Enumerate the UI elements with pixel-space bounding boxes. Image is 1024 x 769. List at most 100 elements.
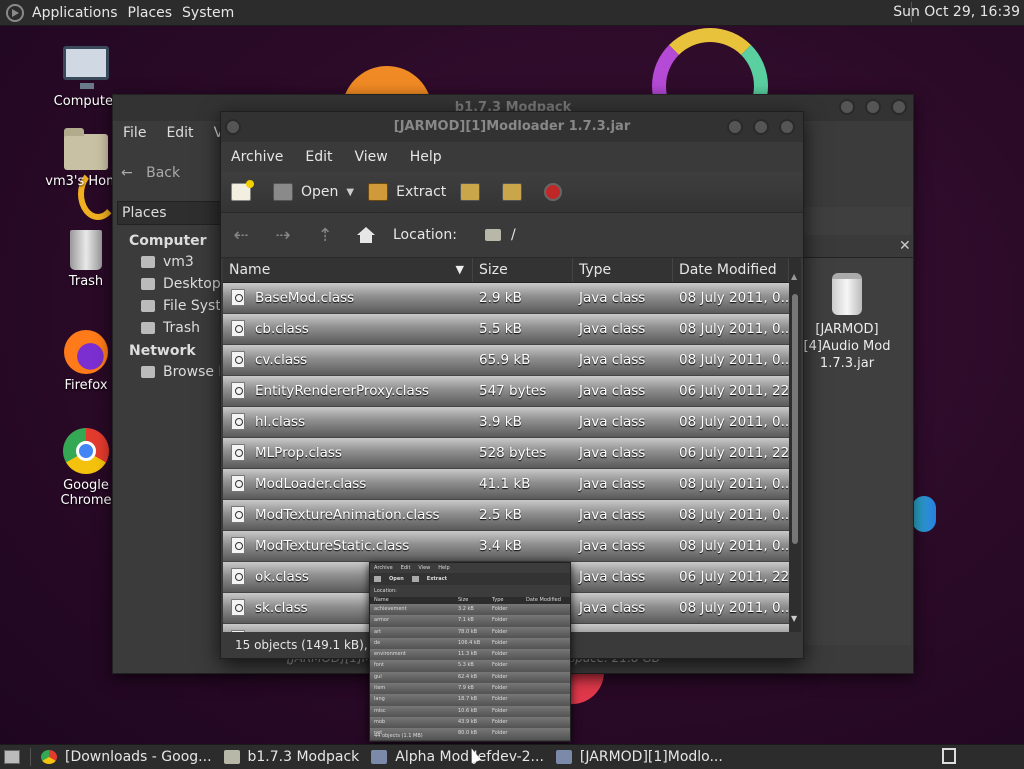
file-row[interactable]: ModTextureAnimation.class 2.5 kB Java clas… — [223, 500, 789, 531]
preview-row: misc 10.6 kB Folder — [370, 705, 570, 717]
workspace-switcher[interactable] — [942, 748, 956, 764]
preview-rows: achievement 3.2 kB Folder armor 7.1 kB Folder… — [370, 604, 570, 740]
vertical-scrollbar[interactable]: ▲ ▼ — [789, 258, 801, 632]
menu-view[interactable]: View — [355, 149, 388, 165]
close-button[interactable] — [891, 99, 907, 115]
menubar: File Edit Vi — [113, 125, 227, 141]
desktop-icon — [141, 278, 155, 290]
file-size: 528 bytes — [479, 445, 547, 461]
location-path[interactable]: / — [511, 227, 516, 243]
menu-places[interactable]: Places — [128, 5, 183, 21]
scroll-up-icon[interactable]: ▲ — [791, 272, 797, 281]
preview-status: 44 objects (1.1 MB) — [374, 733, 423, 739]
menu-logo-icon[interactable] — [6, 3, 24, 22]
preview-col: Size — [458, 597, 469, 603]
extract-button[interactable]: Extract — [368, 183, 446, 201]
file-row[interactable]: EntityRendererProxy.class 547 bytes Java c… — [223, 376, 789, 407]
sidebar-item-trash[interactable]: Trash — [113, 317, 221, 339]
clock[interactable]: Sun Oct 29, 16:39 — [893, 4, 1020, 20]
maximize-button[interactable] — [753, 119, 769, 135]
preview-row-name: misc — [374, 707, 386, 714]
network-icon — [141, 366, 155, 378]
file-row[interactable]: hl.class 3.9 kB Java class 08 July 2011, 0.… — [223, 407, 789, 438]
java-class-file-icon — [231, 506, 245, 523]
column-header-name[interactable]: Name ▼ — [223, 258, 473, 282]
column-header-size[interactable]: Size — [473, 258, 573, 282]
menu-edit[interactable]: Edit — [305, 149, 332, 165]
close-icon[interactable]: ✕ — [899, 238, 911, 254]
preview-row-size: 7.9 kB — [458, 685, 474, 692]
task-label: [Downloads - Goog... — [65, 749, 212, 765]
close-button[interactable] — [779, 119, 795, 135]
sidebar-item-desktop[interactable]: Desktop — [113, 273, 221, 295]
menu-system[interactable]: System — [182, 5, 244, 21]
file-row[interactable]: ModTextureStatic.class 3.4 kB Java class 08… — [223, 531, 789, 562]
stop-icon — [544, 183, 563, 201]
task-modloader-archive[interactable]: [JARMOD][1]Modlo... — [555, 749, 723, 765]
open-dropdown-icon[interactable]: ▼ — [346, 187, 354, 198]
scrollbar-thumb[interactable] — [792, 294, 798, 544]
preview-menu-item: Archive — [374, 565, 393, 571]
file-type: Java class — [579, 352, 646, 368]
sidebar-item-browse-network[interactable]: Browse Network — [113, 361, 277, 383]
menu-help[interactable]: Help — [410, 149, 442, 165]
maximize-button[interactable] — [865, 99, 881, 115]
file-name-text: EntityRendererProxy.class — [255, 383, 429, 399]
file-row[interactable]: cb.class 5.5 kB Java class 08 July 2011, 0.… — [223, 314, 789, 345]
menu-file[interactable]: File — [123, 125, 146, 141]
preview-menu-item: View — [418, 565, 431, 571]
add-files-button[interactable] — [460, 183, 488, 201]
menu-applications[interactable]: Applications — [32, 5, 128, 21]
task-modpack-folder[interactable]: b1.7.3 Modpack — [223, 749, 359, 765]
preview-row-type: Folder — [492, 718, 508, 725]
file-row[interactable]: cv.class 65.9 kB Java class 08 July 2011, 0… — [223, 345, 789, 376]
preview-row-name: font — [374, 662, 384, 669]
file-item-audio-mod-jar[interactable]: [JARMOD][4]Audio Mod 1.7.3.jar — [799, 273, 895, 372]
preview-row-size: 62.4 kB — [458, 673, 478, 680]
task-chrome-downloads[interactable]: [Downloads - Goog... — [41, 749, 212, 765]
add-folder-button[interactable] — [502, 183, 530, 201]
file-row[interactable]: MLProp.class 528 bytes Java class 06 July 2… — [223, 438, 789, 469]
file-row[interactable]: BaseMod.class 2.9 kB Java class 08 July 201… — [223, 283, 789, 314]
file-name-text: hl.class — [255, 414, 306, 430]
menu-edit[interactable]: Edit — [166, 125, 193, 141]
stop-button[interactable] — [544, 183, 563, 201]
task-alpha-mod-archive[interactable]: Alpha Mod Jefdev-2... — [371, 749, 544, 765]
preview-row-type: Folder — [492, 696, 508, 703]
file-size: 5.5 kB — [479, 321, 522, 337]
java-class-file-icon — [231, 444, 245, 461]
window-title[interactable]: [JARMOD][1]Modloader 1.7.3.jar — [221, 112, 803, 142]
forward-arrow-icon[interactable]: ⇢ — [273, 225, 293, 246]
minimize-button[interactable] — [727, 119, 743, 135]
window-thumbnail-preview[interactable]: Archive Edit View Help Open Extract Loca… — [369, 562, 571, 742]
column-header-date-modified[interactable]: Date Modified — [673, 258, 789, 282]
places-dropdown[interactable]: Places — [117, 201, 227, 225]
up-arrow-icon[interactable]: ⇡ — [315, 225, 335, 246]
sidebar-item-vm3[interactable]: vm3 — [113, 251, 221, 273]
preview-row-type: Folder — [492, 606, 508, 612]
scroll-down-icon[interactable]: ▼ — [791, 614, 797, 623]
file-type: Java class — [579, 569, 646, 585]
sidebar-header-network: Network — [129, 343, 196, 359]
file-date-modified: 06 July 2011, 22... — [673, 624, 789, 632]
sidebar-item-file-system[interactable]: File System — [113, 295, 243, 317]
show-desktop-icon[interactable] — [4, 750, 20, 764]
home-icon[interactable] — [357, 227, 375, 243]
minimize-button[interactable] — [839, 99, 855, 115]
file-date-modified: 06 July 2011, 22... — [679, 569, 789, 585]
new-archive-button[interactable] — [231, 180, 259, 201]
open-button[interactable]: Open — [273, 183, 338, 201]
sidebar-item-label: Desktop — [163, 276, 221, 292]
file-type: Java class — [579, 290, 646, 306]
trash-icon — [70, 230, 102, 270]
preview-row: de 106.4 kB Folder — [370, 637, 570, 650]
add-files-icon — [460, 183, 481, 201]
file-row[interactable]: ModLoader.class 41.1 kB Java class 08 July … — [223, 469, 789, 500]
file-date-modified: 06 July 2011, 22... — [679, 383, 789, 399]
back-button[interactable]: ← Back — [121, 165, 180, 181]
menu-archive[interactable]: Archive — [231, 149, 283, 165]
back-arrow-icon[interactable]: ⇠ — [231, 225, 251, 246]
column-header-type[interactable]: Type — [573, 258, 673, 282]
window-menu-button[interactable] — [225, 119, 241, 135]
file-name: hl.class — [223, 407, 473, 437]
